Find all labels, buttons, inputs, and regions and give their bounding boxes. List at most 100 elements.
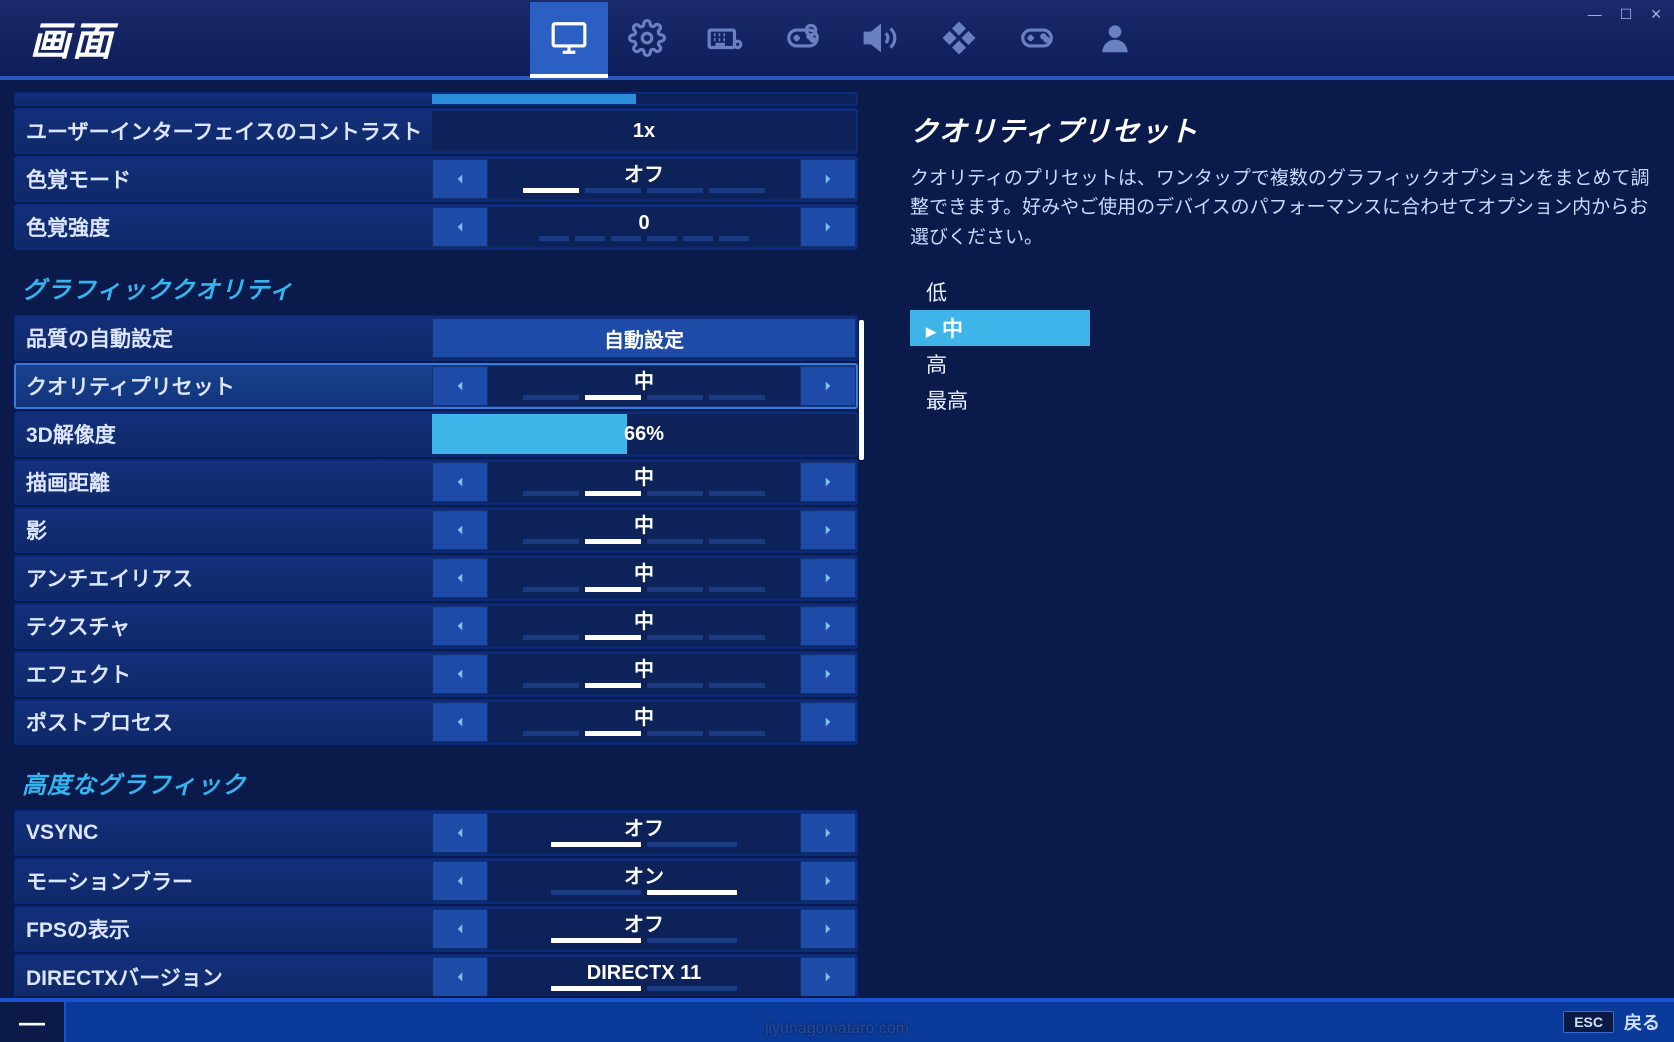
tab-controller-config[interactable] (764, 2, 842, 78)
setting-label: FPSの表示 (16, 914, 432, 944)
prev-button[interactable] (432, 558, 488, 598)
next-button[interactable] (800, 558, 856, 598)
slider-value: 1x (633, 120, 655, 143)
next-button[interactable] (800, 462, 856, 502)
setting-color-mode[interactable]: 色覚モード オフ (14, 156, 858, 202)
window-close-icon[interactable]: ✕ (1650, 6, 1662, 23)
setting-view-distance[interactable]: 描画距離 中 (14, 459, 858, 505)
setting-color-strength[interactable]: 色覚強度 0 (14, 204, 858, 250)
prev-button[interactable] (432, 159, 488, 199)
prev-button[interactable] (432, 909, 488, 949)
stepper-value: 中 (634, 564, 654, 584)
slider-3d-resolution[interactable]: 66% (432, 414, 856, 454)
tab-settings[interactable] (608, 2, 686, 78)
back-label[interactable]: 戻る (1624, 1009, 1660, 1035)
setting-show-fps[interactable]: FPSの表示 オフ (14, 906, 858, 952)
setting-post-process[interactable]: ポストプロセス 中 (14, 699, 858, 745)
stepper-value: 中 (634, 372, 654, 392)
header: 画面 (0, 0, 1674, 80)
prev-button[interactable] (432, 510, 488, 550)
setting-label: エフェクト (16, 659, 432, 689)
setting-label: 色覚強度 (16, 212, 432, 242)
window-minimize-icon[interactable]: — (1588, 6, 1602, 23)
prev-button[interactable] (432, 606, 488, 646)
setting-brightness-partial[interactable] (14, 92, 858, 106)
tab-keyboard-mouse[interactable] (686, 2, 764, 78)
preset-option-high[interactable]: 高 (910, 346, 1090, 382)
stepper-value: 中 (634, 468, 654, 488)
window-maximize-icon[interactable]: ☐ (1620, 6, 1633, 23)
settings-panel: ユーザーインターフェイスのコントラスト 1x 色覚モード オフ (0, 80, 870, 996)
next-button[interactable] (800, 813, 856, 853)
gear-icon (628, 19, 666, 57)
tab-display[interactable] (530, 2, 608, 78)
next-button[interactable] (800, 159, 856, 199)
setting-quality-preset[interactable]: クオリティプリセット 中 (14, 363, 858, 409)
next-button[interactable] (800, 606, 856, 646)
setting-vsync[interactable]: VSYNC オフ (14, 810, 858, 856)
tab-accessibility[interactable] (920, 2, 998, 78)
setting-shadows[interactable]: 影 中 (14, 507, 858, 553)
controller-gear-icon (784, 19, 822, 57)
preset-option-low[interactable]: 低 (910, 274, 1090, 310)
prev-button[interactable] (432, 957, 488, 996)
stepper-value: 中 (634, 708, 654, 728)
setting-3d-resolution[interactable]: 3D解像度 66% (14, 411, 858, 457)
next-button[interactable] (800, 702, 856, 742)
setting-texture[interactable]: テクスチャ 中 (14, 603, 858, 649)
next-button[interactable] (800, 861, 856, 901)
controller-icon (1018, 19, 1056, 57)
section-graphics-quality: グラフィッククオリティ (0, 252, 870, 313)
setting-label: クオリティプリセット (16, 371, 432, 401)
stepper-value: オフ (624, 915, 664, 935)
prev-button[interactable] (432, 813, 488, 853)
tab-controller[interactable] (998, 2, 1076, 78)
setting-motion-blur[interactable]: モーションブラー オン (14, 858, 858, 904)
tab-bar (530, 0, 1154, 76)
footer-minus-button[interactable]: — (0, 1002, 66, 1042)
setting-ui-contrast[interactable]: ユーザーインターフェイスのコントラスト 1x (14, 108, 858, 154)
dpad-icon (940, 19, 978, 57)
stepper-value: 中 (634, 612, 654, 632)
stepper-value: 中 (634, 516, 654, 536)
next-button[interactable] (800, 654, 856, 694)
next-button[interactable] (800, 957, 856, 996)
stepper-value: オフ (624, 819, 664, 839)
page-title: 画面 (0, 9, 530, 67)
setting-label: モーションブラー (16, 866, 432, 896)
next-button[interactable] (800, 207, 856, 247)
setting-label: DIRECTXバージョン (16, 962, 432, 992)
prev-button[interactable] (432, 207, 488, 247)
stepper-value: 中 (634, 660, 654, 680)
section-advanced-graphics: 高度なグラフィック (0, 747, 870, 808)
next-button[interactable] (800, 909, 856, 949)
prev-button[interactable] (432, 702, 488, 742)
stepper-value: オフ (624, 165, 664, 185)
setting-label: 色覚モード (16, 164, 432, 194)
setting-auto-quality[interactable]: 品質の自動設定 自動設定 (14, 315, 858, 361)
next-button[interactable] (800, 366, 856, 406)
prev-button[interactable] (432, 462, 488, 502)
slider-value: 66% (624, 423, 664, 446)
setting-label: 3D解像度 (16, 419, 432, 449)
prev-button[interactable] (432, 654, 488, 694)
scrollbar-thumb[interactable] (859, 320, 864, 460)
auto-quality-button[interactable]: 自動設定 (432, 318, 856, 358)
setting-directx-version[interactable]: DIRECTXバージョン DIRECTX 11 (14, 954, 858, 996)
tab-audio[interactable] (842, 2, 920, 78)
setting-effect[interactable]: エフェクト 中 (14, 651, 858, 697)
stepper-value: オン (624, 867, 664, 887)
slider-ui-contrast[interactable]: 1x (432, 111, 856, 151)
setting-label: 影 (16, 515, 432, 545)
setting-anti-alias[interactable]: アンチエイリアス 中 (14, 555, 858, 601)
preset-option-epic[interactable]: 最高 (910, 382, 1090, 418)
info-panel: クオリティプリセット クオリティのプリセットは、ワンタップで複数のグラフィックオ… (870, 80, 1674, 996)
next-button[interactable] (800, 510, 856, 550)
prev-button[interactable] (432, 366, 488, 406)
tab-account[interactable] (1076, 2, 1154, 78)
prev-button[interactable] (432, 861, 488, 901)
preset-option-medium[interactable]: 中 (910, 310, 1090, 346)
preset-option-list: 低 中 高 最高 (910, 274, 1654, 418)
info-title: クオリティプリセット (910, 110, 1654, 150)
footer: — jiyunagomataro.com ESC 戻る (0, 998, 1674, 1042)
